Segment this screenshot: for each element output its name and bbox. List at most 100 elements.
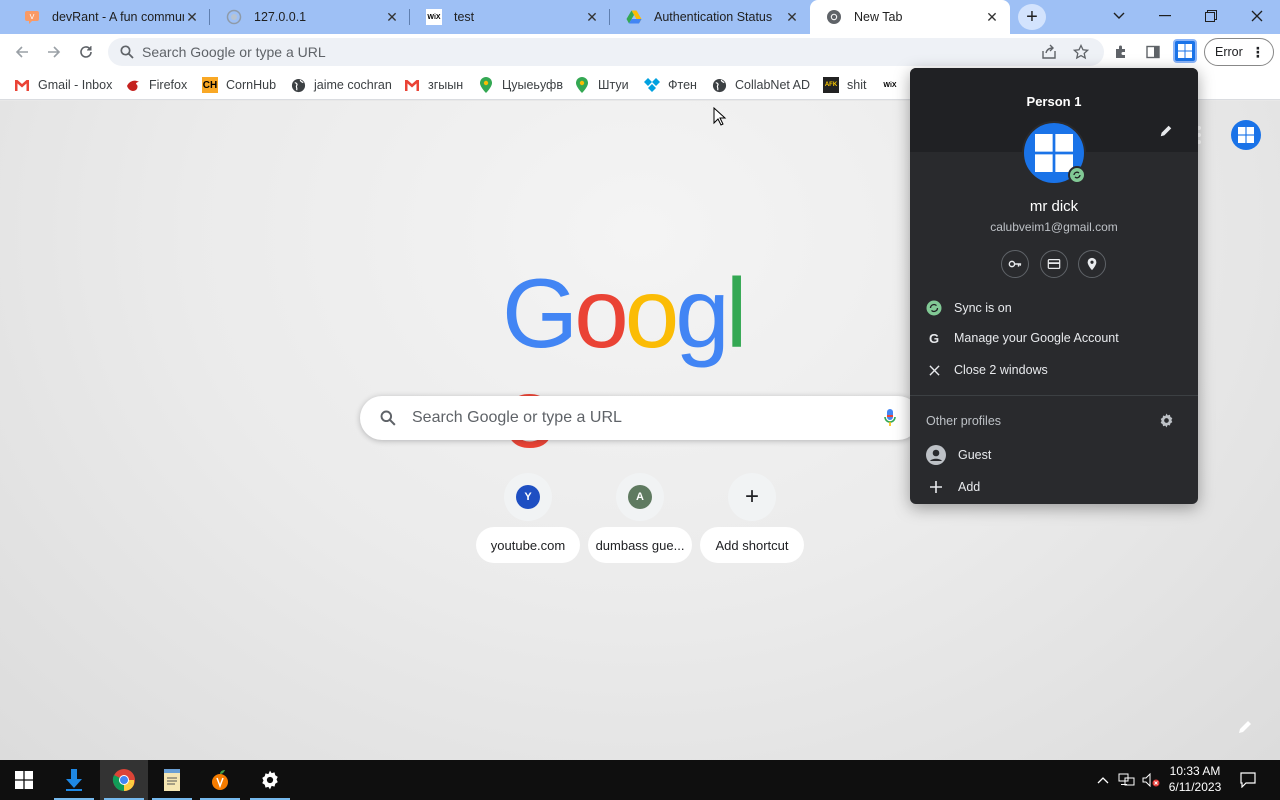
error-label: Error <box>1215 45 1243 59</box>
toolbar: Search Google or type a URL Error ⋮ <box>0 34 1280 70</box>
tab-localhost[interactable]: 127.0.0.1 ✕ <box>210 0 410 34</box>
tab-auth-status[interactable]: Authentication Status ✕ <box>610 0 810 34</box>
omnibox[interactable]: Search Google or type a URL <box>108 38 1104 66</box>
minimize-button[interactable] <box>1142 0 1188 32</box>
afk-icon: AFK <box>823 77 839 93</box>
profile-button[interactable] <box>1173 39 1197 63</box>
bookmark-label: Фтен <box>668 78 697 92</box>
manage-account-row[interactable]: G Manage your Google Account <box>910 323 1198 353</box>
taskbar-fl-studio-app[interactable] <box>196 760 244 800</box>
shortcut-letter-icon: A <box>628 485 652 509</box>
back-button[interactable] <box>8 38 36 66</box>
chrome-icon <box>112 769 135 791</box>
tray-overflow-chevron-icon[interactable] <box>1093 760 1113 800</box>
shortcut-add[interactable]: + Add shortcut <box>700 473 804 563</box>
taskbar-chrome-app[interactable] <box>100 760 148 800</box>
microphone-icon[interactable] <box>884 409 896 427</box>
google-logo: Google <box>502 258 748 463</box>
account-avatar[interactable] <box>1231 120 1261 150</box>
addresses-pin-icon[interactable] <box>1078 250 1106 278</box>
sync-badge-icon <box>1068 166 1086 184</box>
volume-muted-icon[interactable] <box>1140 760 1162 800</box>
tab-search-icon[interactable] <box>1096 0 1142 32</box>
bookmark-shtui[interactable]: Штуи <box>574 75 629 95</box>
bookmark-jaime-cochran[interactable]: jaime cochran <box>290 75 392 95</box>
bookmark-label: Цуыеьуфв <box>502 78 563 92</box>
bookmark-collabnet[interactable]: CollabNet AD <box>711 75 810 95</box>
bookmark-firefox[interactable]: Firefox <box>125 75 187 95</box>
add-profile-row[interactable]: Add <box>910 472 1198 502</box>
bookmark-cornhub[interactable]: CH CornHub <box>202 75 276 95</box>
divider <box>910 395 1198 396</box>
devrant-icon: V <box>24 9 40 25</box>
tab-title: New Tab <box>854 10 903 24</box>
close-windows-row[interactable]: Close 2 windows <box>910 355 1198 385</box>
bookmark-label: згыын <box>428 78 464 92</box>
wix-icon: WiX <box>426 9 442 25</box>
restore-button[interactable] <box>1188 0 1234 32</box>
shortcut-label: dumbass gue... <box>588 527 692 563</box>
side-panel-icon[interactable] <box>1141 40 1165 64</box>
shortcut-dumbass[interactable]: A dumbass gue... <box>588 473 692 563</box>
bookmark-zgyyn[interactable]: згыын <box>404 75 463 95</box>
plus-icon: + <box>744 483 759 510</box>
bookmark-shit[interactable]: AFK shit <box>823 75 866 95</box>
bookmark-wix[interactable]: WiX <box>882 75 906 95</box>
tab-close-icon[interactable]: ✕ <box>184 9 200 25</box>
shortcut-tile[interactable]: A <box>616 473 664 521</box>
close-icon <box>926 362 942 378</box>
clock-time: 10:33 AM <box>1169 764 1221 778</box>
search-placeholder: Search Google or type a URL <box>412 409 622 426</box>
reload-button[interactable] <box>72 38 100 66</box>
taskbar: 10:33 AM 6/11/2023 <box>0 760 1280 800</box>
start-button[interactable] <box>0 760 48 800</box>
edit-pencil-icon[interactable] <box>1159 124 1175 140</box>
extensions-icon[interactable] <box>1109 40 1133 64</box>
clock-date: 6/11/2023 <box>1168 780 1222 794</box>
forward-button[interactable] <box>40 38 68 66</box>
download-arrow-icon <box>66 769 82 791</box>
payment-card-icon[interactable] <box>1040 250 1068 278</box>
network-icon[interactable] <box>1116 760 1138 800</box>
passwords-key-icon[interactable] <box>1001 250 1029 278</box>
shortcut-youtube[interactable]: Y youtube.com <box>476 473 580 563</box>
shortcut-tile[interactable]: Y <box>504 473 552 521</box>
tab-close-icon[interactable]: ✕ <box>784 9 800 25</box>
customize-pencil-icon[interactable] <box>1237 719 1257 739</box>
close-window-button[interactable] <box>1234 0 1280 32</box>
new-tab-search-box[interactable]: Search Google or type a URL <box>360 396 920 440</box>
apps-grid-icon[interactable] <box>1196 125 1210 145</box>
globe-icon <box>290 77 306 93</box>
error-button[interactable]: Error ⋮ <box>1204 38 1274 66</box>
sync-label: Sync is on <box>954 301 1012 315</box>
guest-profile-row[interactable]: Guest <box>910 440 1198 470</box>
google-g-icon: G <box>928 330 940 346</box>
search-icon <box>112 45 142 59</box>
bookmark-gmail-inbox[interactable]: Gmail - Inbox <box>14 75 112 95</box>
tab-close-icon[interactable]: ✕ <box>984 9 1000 25</box>
fruit-icon <box>212 770 228 790</box>
tab-devrant[interactable]: V devRant - A fun community for develope… <box>8 0 210 34</box>
new-tab-button[interactable]: + <box>1018 4 1046 30</box>
shortcut-letter-icon: Y <box>516 485 540 509</box>
bookmark-star-icon[interactable] <box>1069 40 1093 64</box>
tab-test[interactable]: WiX test ✕ <box>410 0 610 34</box>
taskbar-download-app[interactable] <box>50 760 98 800</box>
tab-new-tab[interactable]: New Tab ✕ <box>810 0 1010 34</box>
tab-close-icon[interactable]: ✕ <box>584 9 600 25</box>
bookmark-ften[interactable]: Фтен <box>644 75 697 95</box>
taskbar-notepad-app[interactable] <box>148 760 196 800</box>
sync-icon <box>926 300 942 316</box>
system-clock[interactable]: 10:33 AM 6/11/2023 <box>1160 763 1230 795</box>
tab-close-icon[interactable]: ✕ <box>384 9 400 25</box>
shortcut-tile[interactable]: + <box>728 473 776 521</box>
gear-icon[interactable] <box>1159 413 1175 429</box>
notifications-icon[interactable] <box>1236 760 1260 800</box>
notepad-icon <box>164 769 180 791</box>
svg-text:V: V <box>30 13 35 21</box>
taskbar-settings-app[interactable] <box>246 760 294 800</box>
sync-row[interactable]: Sync is on <box>910 293 1198 323</box>
windows-logo-icon <box>1035 134 1073 172</box>
bookmark-tsuyeufv[interactable]: Цуыеьуфв <box>478 75 563 95</box>
share-icon[interactable] <box>1037 40 1061 64</box>
